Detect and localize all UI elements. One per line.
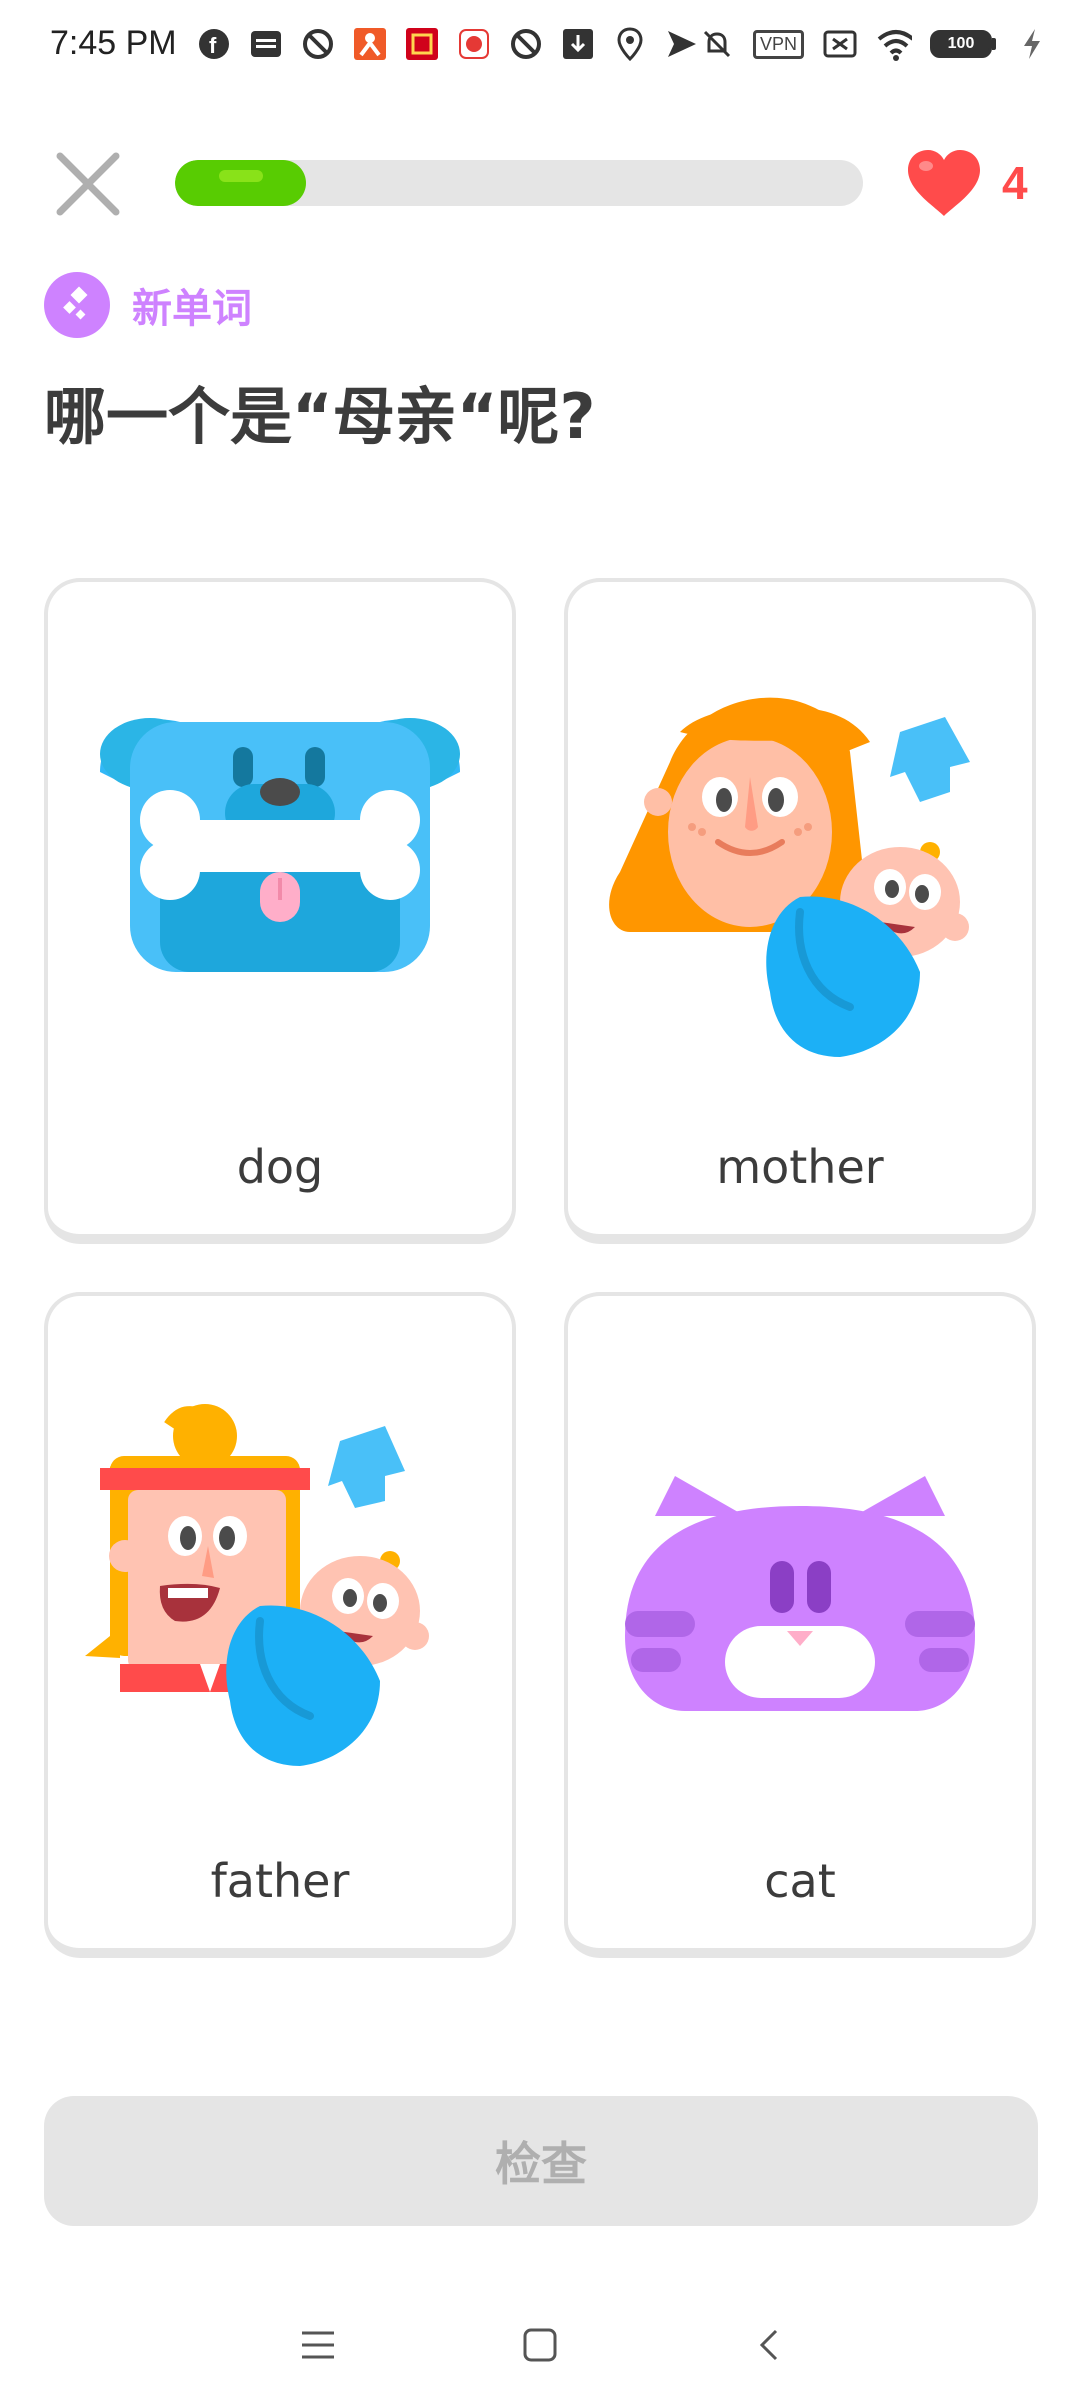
webtoon-icon (248, 26, 284, 62)
vpn-icon: VPN (752, 29, 804, 59)
download-icon (560, 26, 596, 62)
app-icon (404, 26, 440, 62)
hearts-count: 4 (1002, 157, 1028, 209)
check-button-label: 检查 (495, 2137, 587, 2191)
option-label: cat (764, 1854, 836, 1908)
option-card-mother[interactable]: mother (564, 578, 1036, 1244)
home-button[interactable] (505, 2310, 575, 2380)
option-card-dog[interactable]: dog (44, 578, 516, 1244)
option-label: mother (716, 1140, 884, 1194)
home-square-icon (523, 2328, 557, 2362)
new-word-tag: 新单词 (44, 272, 252, 338)
recent-apps-button[interactable] (283, 2310, 353, 2380)
question-title: 哪一个是“母亲“呢? (44, 380, 596, 453)
new-word-label: 新单词 (132, 286, 252, 332)
progress-highlight (219, 170, 263, 182)
back-button[interactable] (735, 2310, 805, 2380)
app-icon (456, 26, 492, 62)
block-icon (508, 26, 544, 62)
close-icon (56, 152, 120, 216)
mother-illustration (609, 697, 970, 1057)
option-card-cat[interactable]: cat (564, 1292, 1036, 1958)
progress-fill (175, 160, 306, 206)
status-bar: 7:45 PM f VPN 100 (0, 0, 1080, 96)
hearts-counter[interactable]: 4 (904, 148, 1028, 218)
app-icon (352, 26, 388, 62)
block-icon (300, 26, 336, 62)
back-chevron-icon (759, 2329, 778, 2361)
charging-icon (1014, 26, 1050, 62)
cat-illustration (625, 1476, 975, 1711)
mute-icon (699, 26, 735, 62)
facebook-icon: f (196, 26, 232, 62)
option-card-father[interactable]: father (44, 1292, 516, 1958)
system-icons: VPN 100 (699, 26, 1050, 62)
father-illustration (85, 1404, 429, 1766)
status-time: 7:45 PM (50, 24, 177, 62)
location-icon (612, 26, 648, 62)
check-button[interactable]: 检查 (44, 2096, 1038, 2226)
option-label: father (210, 1854, 350, 1908)
new-word-icon (44, 272, 110, 338)
wifi-icon (876, 26, 912, 62)
sim-icon (822, 26, 858, 62)
battery-level: 100 (947, 35, 975, 52)
battery-icon: 100 (930, 30, 996, 58)
option-label: dog (236, 1140, 324, 1194)
heart-icon (908, 150, 980, 216)
lesson-progress-bar (175, 160, 863, 206)
notification-icons: f (196, 26, 700, 62)
system-navigation-bar (0, 2290, 1080, 2400)
dog-illustration (100, 718, 460, 972)
send-icon (664, 26, 700, 62)
menu-icon (302, 2331, 334, 2359)
svg-text:f: f (209, 33, 217, 58)
close-button[interactable] (52, 148, 124, 220)
